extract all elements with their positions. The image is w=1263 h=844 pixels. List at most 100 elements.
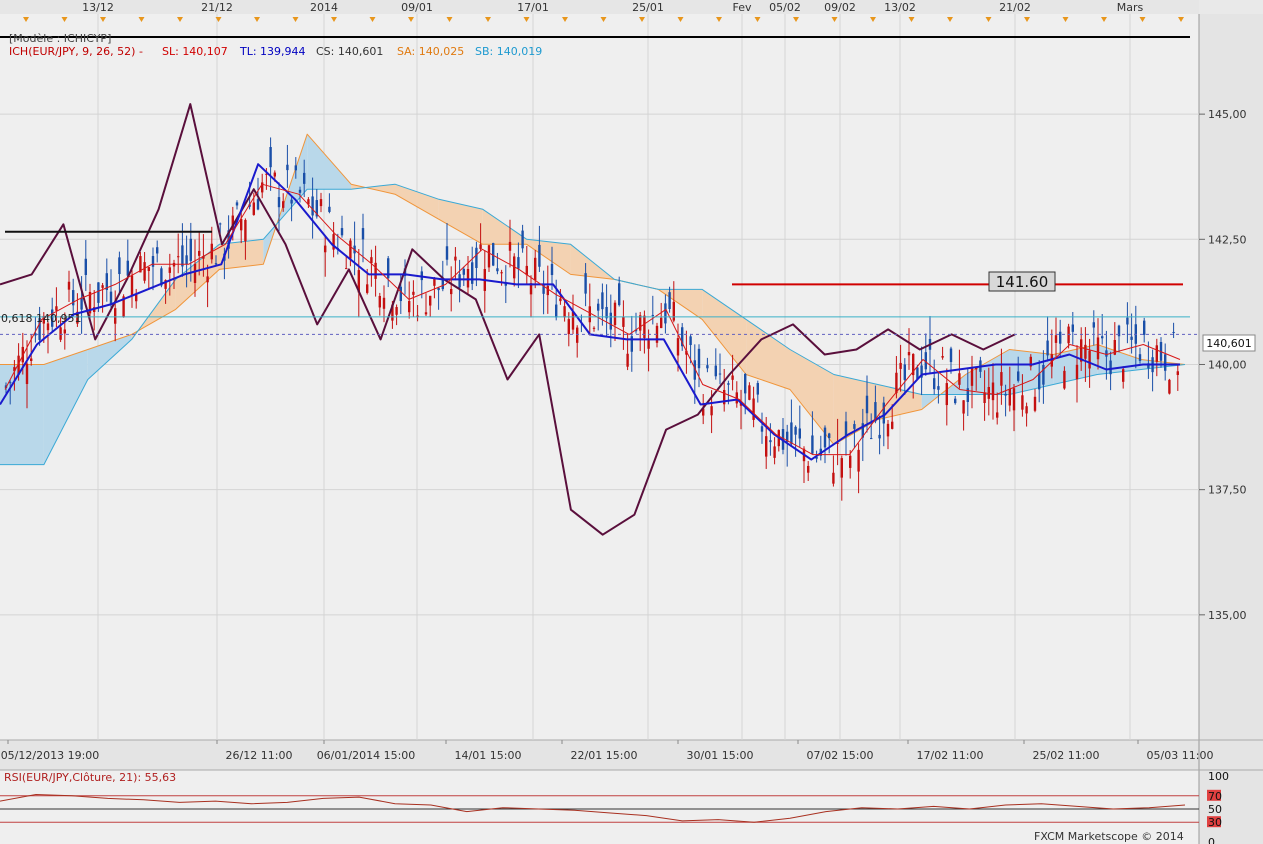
candle-body <box>147 267 150 271</box>
candle-body <box>424 312 428 315</box>
bottom-date-label: 22/01 15:00 <box>571 749 638 762</box>
candle-body <box>319 199 323 207</box>
candle-body <box>807 465 810 473</box>
bottom-date-label: 05/03 11:00 <box>1147 749 1214 762</box>
indicator-legend: ICH(EUR/JPY, 9, 26, 52) - SL: 140,107 TL… <box>9 45 542 58</box>
candle-body <box>773 446 776 458</box>
candle-body <box>496 268 499 272</box>
legend-tl: TL: 139,944 <box>239 45 306 58</box>
candle-body <box>214 263 218 265</box>
rsi-tick-label: 50 <box>1208 803 1222 816</box>
price-tick-label: 140,00 <box>1208 358 1247 371</box>
candle-body <box>151 256 155 267</box>
candle-body <box>340 228 344 236</box>
candle-body <box>462 268 465 275</box>
rsi-tick-label: 30 <box>1208 816 1222 829</box>
price-tick-label: 145,00 <box>1208 108 1247 121</box>
candle-body <box>156 247 159 254</box>
candle-body <box>437 287 440 291</box>
candle-body <box>844 421 848 436</box>
candle-body <box>59 327 62 340</box>
candle-body <box>114 308 117 324</box>
price-tick-label: 142,50 <box>1208 233 1247 246</box>
legend-sa: SA: 140,025 <box>397 45 464 58</box>
candle-body <box>450 288 453 295</box>
price-line-label[interactable]: 141.60 <box>988 271 1056 292</box>
candle-body <box>429 295 432 306</box>
candle-body <box>521 230 524 249</box>
candle-body <box>550 263 554 276</box>
candle-body <box>1038 373 1041 390</box>
candle-body <box>408 301 411 313</box>
candle-body <box>1168 379 1171 394</box>
candle-body <box>328 206 331 212</box>
candle-body <box>349 240 352 259</box>
candle-body <box>1000 372 1003 386</box>
candle-body <box>647 340 650 349</box>
candle-body <box>374 262 377 279</box>
top-date-label: 09/01 <box>401 1 433 14</box>
candle-body <box>1033 396 1037 411</box>
bottom-date-label: 05/12/2013 19:00 <box>1 749 100 762</box>
price-tick-label: 137,50 <box>1208 484 1247 497</box>
candle-body <box>458 274 461 288</box>
candle-body <box>1063 370 1066 389</box>
candle-body <box>769 440 772 443</box>
candle-body <box>277 197 281 208</box>
candle-body <box>445 246 449 260</box>
rsi-panel[interactable] <box>0 770 1199 844</box>
candle-body <box>765 436 768 457</box>
candle-body <box>756 383 759 395</box>
candle-body <box>311 196 314 216</box>
candle-body <box>546 285 549 296</box>
candle-body <box>899 362 902 369</box>
candle-body <box>689 336 692 346</box>
candle-body <box>130 275 134 296</box>
candle-body <box>177 256 180 258</box>
candle-body <box>970 368 974 386</box>
candle-body <box>1084 344 1087 359</box>
candle-body <box>592 327 596 329</box>
top-date-label: 21/02 <box>999 1 1031 14</box>
top-date-label: 13/12 <box>82 1 114 14</box>
candle-body <box>1059 331 1062 344</box>
candle-body <box>563 306 566 318</box>
candle-body <box>298 189 302 193</box>
candle-body <box>798 428 801 439</box>
candle-body <box>1138 354 1142 361</box>
candle-body <box>345 268 348 270</box>
candle-body <box>193 263 197 283</box>
candle-body <box>1122 369 1125 382</box>
candle-body <box>710 406 713 416</box>
candle-body <box>891 421 894 429</box>
candle-body <box>244 219 247 242</box>
last-price-tag: 140,601 <box>1202 334 1256 352</box>
candle-body <box>143 262 146 281</box>
top-date-label: 25/01 <box>632 1 664 14</box>
candle-body <box>290 199 293 204</box>
price-axis[interactable] <box>1199 14 1263 740</box>
candle-body <box>949 348 953 363</box>
candle-body <box>1176 371 1179 375</box>
candle-body <box>370 257 373 263</box>
candle-body <box>286 164 289 171</box>
candle-body <box>823 427 827 448</box>
candle-body <box>790 422 793 445</box>
candle-body <box>626 353 629 367</box>
candle-body <box>907 352 911 356</box>
candle-body <box>25 363 29 385</box>
candle-body <box>1012 388 1016 411</box>
candle-body <box>706 365 709 369</box>
rsi-tick-label: 0 <box>1208 836 1215 844</box>
bottom-date-label: 30/01 15:00 <box>687 749 754 762</box>
candle-body <box>676 338 680 356</box>
candle-body <box>794 426 797 435</box>
cloud-segment <box>0 364 44 465</box>
candle-body <box>1046 340 1049 356</box>
candle-body <box>1017 371 1020 381</box>
top-date-label: 05/02 <box>769 1 801 14</box>
candle-body <box>1172 331 1175 333</box>
candle-body <box>395 307 398 315</box>
candle-body <box>895 372 898 394</box>
candle-body <box>366 284 369 293</box>
